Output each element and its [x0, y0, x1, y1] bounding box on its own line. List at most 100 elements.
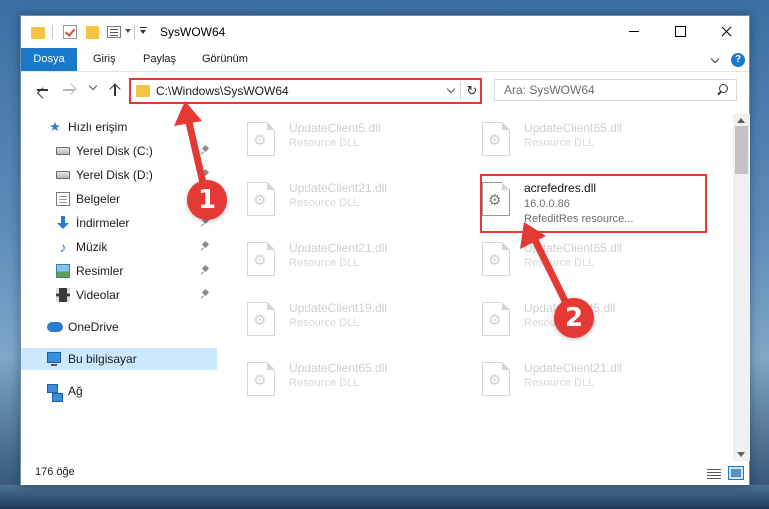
file-type: Resource DLL — [289, 197, 360, 209]
dll-file-icon — [482, 362, 510, 396]
sidebar-item-videos[interactable]: Videolar — [21, 284, 217, 306]
address-bar[interactable]: C:\Windows\SysWOW64 ↻ — [129, 78, 482, 104]
search-input[interactable]: Ara: SysWOW64 — [494, 79, 737, 101]
explorer-window: SysWOW64 Dosya Giriş Paylaş Görünüm ? C:… — [20, 15, 750, 485]
dll-file-icon — [482, 302, 510, 336]
file-type: Resource DLL — [289, 317, 360, 329]
pin-icon[interactable] — [201, 146, 209, 156]
close-button[interactable] — [703, 16, 749, 47]
pin-icon[interactable] — [201, 266, 209, 276]
sidebar-item-label: Yerel Disk (D:) — [76, 168, 153, 182]
disk-icon — [56, 147, 70, 155]
tab-home[interactable]: Giriş — [93, 48, 116, 71]
item-count: 176 öğe — [35, 466, 75, 478]
network-icon — [47, 384, 63, 402]
chevron-down-icon[interactable] — [447, 86, 455, 94]
sidebar-item-label: Belgeler — [76, 192, 121, 206]
pin-icon[interactable] — [201, 170, 209, 180]
sidebar-item-label: Hızlı erişim — [68, 120, 128, 134]
file-name: UpdateClient19.dll — [289, 301, 388, 315]
recent-locations-icon[interactable] — [89, 85, 97, 91]
step-badge-2: 2 — [554, 298, 594, 338]
window-title: SysWOW64 — [160, 25, 226, 39]
forward-arrow-icon[interactable] — [61, 82, 77, 98]
list-item[interactable]: UpdateClient65.dll Resource DLL — [471, 238, 691, 288]
refresh-icon[interactable]: ↻ — [464, 83, 480, 99]
dll-file-icon — [247, 182, 275, 216]
sidebar-item-label: İndirmeler — [76, 216, 130, 230]
computer-icon — [47, 352, 61, 366]
list-item[interactable]: UpdateClient21.dll Resource DLL — [236, 238, 456, 288]
file-type: Resource DLL — [289, 257, 360, 269]
sidebar-item-this-pc[interactable]: Bu bilgisayar — [21, 348, 217, 370]
step-badge-1: 1 — [187, 180, 227, 220]
sidebar-item-local-disk-c[interactable]: Yerel Disk (C:) — [21, 140, 217, 162]
minimize-button[interactable] — [611, 16, 657, 47]
large-icons-view-icon[interactable] — [728, 466, 744, 480]
file-name: UpdateClient65.dll — [524, 121, 623, 135]
tab-share[interactable]: Paylaş — [143, 48, 176, 71]
properties-check-icon[interactable] — [63, 25, 77, 39]
folder-icon — [31, 27, 45, 39]
dll-file-icon — [247, 242, 275, 276]
new-folder-icon[interactable] — [86, 26, 99, 39]
search-icon[interactable] — [716, 84, 728, 96]
list-item[interactable]: UpdateClient65.dll Resource DLL — [236, 358, 456, 408]
sidebar-item-quick-access[interactable]: ★ Hızlı erişim — [21, 116, 217, 138]
file-name: UpdateClient21.dll — [524, 361, 623, 375]
file-list: UpdateClient5.dll Resource DLL UpdateCli… — [226, 114, 732, 461]
sidebar-item-onedrive[interactable]: OneDrive — [21, 316, 217, 338]
file-type: Resource DLL — [524, 137, 595, 149]
file-name: UpdateClient5.dll — [289, 121, 381, 135]
list-item[interactable]: UpdateClient65.dll Resource DLL — [471, 118, 691, 168]
sidebar-item-label: Videolar — [76, 288, 120, 302]
pin-icon[interactable] — [201, 290, 209, 300]
tab-file[interactable]: Dosya — [21, 48, 77, 71]
list-item[interactable]: UpdateClient19.dll Resource DLL — [236, 298, 456, 348]
list-item[interactable]: UpdateClient21.dll Resource DLL — [236, 178, 456, 228]
dll-file-icon — [247, 122, 275, 156]
sidebar-item-label: Yerel Disk (C:) — [76, 144, 153, 158]
help-icon[interactable]: ? — [731, 53, 745, 67]
navigation-pane: ★ Hızlı erişim Yerel Disk (C:) Yerel Dis… — [21, 114, 217, 461]
music-icon: ♪ — [59, 239, 67, 255]
download-icon — [56, 216, 70, 230]
sidebar-item-downloads[interactable]: İndirmeler — [21, 212, 217, 234]
highlight-box — [480, 174, 707, 233]
scroll-down-icon[interactable] — [737, 452, 745, 457]
sidebar-item-label: Ağ — [68, 384, 83, 398]
pin-icon[interactable] — [201, 242, 209, 252]
up-arrow-icon[interactable] — [107, 82, 123, 98]
file-type: Resource DLL — [524, 257, 595, 269]
tab-view[interactable]: Görünüm — [202, 48, 248, 71]
search-placeholder: Ara: SysWOW64 — [504, 83, 595, 97]
list-item[interactable]: UpdateClient5.dll Resource DLL — [236, 118, 456, 168]
file-type: Resource DLL — [289, 377, 360, 389]
sidebar-item-music[interactable]: ♪ Müzik — [21, 236, 217, 258]
sidebar-item-local-disk-d[interactable]: Yerel Disk (D:) — [21, 164, 217, 186]
list-item[interactable]: UpdateClient21.dll Resource DLL — [471, 358, 691, 408]
scroll-thumb[interactable] — [735, 126, 748, 174]
dll-file-icon — [482, 242, 510, 276]
sidebar-item-pictures[interactable]: Resimler — [21, 260, 217, 282]
scroll-up-icon[interactable] — [737, 118, 745, 123]
sidebar-item-network[interactable]: Ağ — [21, 380, 217, 402]
vertical-scrollbar[interactable] — [733, 114, 750, 461]
pictures-icon — [56, 264, 70, 278]
maximize-button[interactable] — [657, 16, 703, 47]
navigation-bar: C:\Windows\SysWOW64 ↻ Ara: SysWOW64 — [21, 73, 749, 107]
details-view-icon[interactable] — [706, 467, 722, 480]
expand-ribbon-icon[interactable] — [711, 56, 719, 64]
properties-icon[interactable] — [107, 26, 121, 38]
customize-toolbar-icon[interactable] — [140, 27, 147, 35]
status-bar: 176 öğe — [21, 463, 749, 485]
sidebar-item-label: Müzik — [76, 240, 108, 254]
disk-icon — [56, 171, 70, 179]
file-name: UpdateClient21.dll — [289, 181, 388, 195]
address-path[interactable]: C:\Windows\SysWOW64 — [156, 84, 289, 98]
back-arrow-icon[interactable] — [34, 82, 50, 98]
ribbon: Dosya Giriş Paylaş Görünüm ? — [21, 48, 749, 72]
chevron-down-icon[interactable] — [125, 29, 131, 33]
sidebar-item-label: OneDrive — [68, 320, 119, 334]
address-separator — [460, 82, 461, 100]
